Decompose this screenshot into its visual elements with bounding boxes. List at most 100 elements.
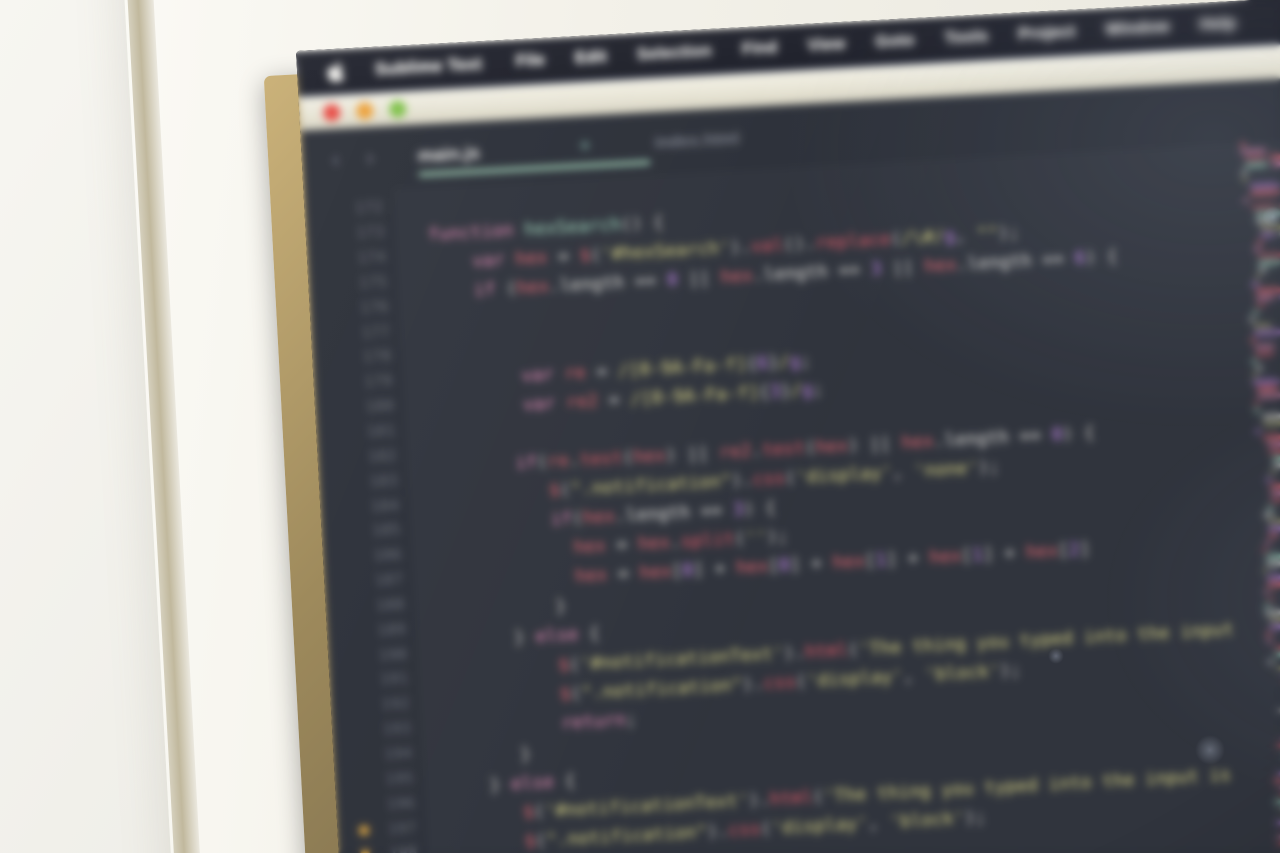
- minimize-button[interactable]: [355, 101, 374, 120]
- tab-index-html[interactable]: index.html: [653, 108, 741, 174]
- minimap-line: [1255, 429, 1261, 434]
- menu-item-help[interactable]: Help: [1199, 14, 1237, 35]
- tab-extra[interactable]: [828, 103, 831, 165]
- line-number: 196: [386, 793, 416, 813]
- minimap-line: [1245, 162, 1268, 168]
- minimap-line: [1258, 267, 1267, 273]
- minimap-line: [1266, 638, 1272, 644]
- minimap-line: [1255, 275, 1261, 280]
- minimap-line: [1270, 483, 1280, 489]
- minimap-line: [1273, 462, 1280, 468]
- laptop-screen: Sublime Text File Edit Selection Find Vi…: [296, 0, 1280, 853]
- menu-item-tools[interactable]: Tools: [944, 27, 989, 48]
- line-number: 186: [372, 545, 403, 565]
- minimap-line: [1253, 323, 1272, 329]
- minimap-line: [1269, 533, 1277, 538]
- menu-item-edit[interactable]: Edit: [574, 47, 607, 68]
- menu-item-sublime-text[interactable]: Sublime Text: [375, 54, 483, 80]
- line-number: 198: [388, 843, 419, 853]
- minimap-line: [1267, 582, 1280, 588]
- minimap-line: [1254, 401, 1260, 406]
- menu-item-project[interactable]: Project: [1018, 23, 1076, 45]
- minimap-line: [1244, 155, 1265, 161]
- tab-close-icon[interactable]: ×: [579, 135, 591, 158]
- minimap-line: [1260, 224, 1280, 230]
- line-number: 175: [358, 272, 388, 292]
- minimap-line: [1263, 434, 1280, 441]
- minimap-line: [1253, 310, 1259, 315]
- minimap-line: [1267, 659, 1273, 665]
- apple-icon[interactable]: [327, 59, 348, 84]
- tab-label: index.html: [654, 128, 740, 153]
- code-content[interactable]: function hexSearch() { var hex = $('#hex…: [395, 131, 1280, 853]
- minimap-line: [1269, 623, 1280, 629]
- line-number: 192: [380, 694, 411, 714]
- minimap-line: [1256, 287, 1280, 294]
- minimap-line: [1253, 246, 1261, 252]
- minimap-line: [1276, 743, 1280, 748]
- minimap-line: [1269, 616, 1280, 622]
- minimap-line: [1250, 182, 1278, 189]
- close-button[interactable]: [322, 103, 341, 122]
- minimap-line: [1258, 260, 1279, 266]
- minimap-line: [1272, 455, 1280, 461]
- minimap-line: [1242, 177, 1248, 182]
- minimap-line: [1262, 413, 1280, 420]
- tab-main-js[interactable]: main.js ×: [416, 116, 651, 187]
- minimap-line: [1256, 366, 1263, 371]
- minimap-line: [1254, 330, 1280, 336]
- line-number: 189: [376, 619, 407, 640]
- menu-item-selection[interactable]: Selection: [636, 42, 712, 65]
- minimap-line: [1240, 148, 1266, 154]
- line-number: 187: [374, 570, 404, 590]
- minimap-line: [1261, 232, 1275, 237]
- line-number: 194: [383, 743, 413, 764]
- line-number: 178: [362, 346, 392, 367]
- line-number: 182: [367, 446, 398, 466]
- line-number: 184: [370, 495, 400, 516]
- menu-item-find[interactable]: Find: [741, 38, 778, 59]
- line-number: 179: [363, 371, 394, 392]
- line-number: 181: [366, 421, 396, 441]
- line-number: 180: [364, 396, 395, 416]
- menu-item-window[interactable]: Window: [1105, 17, 1170, 39]
- minimap-line: [1262, 569, 1269, 574]
- photo-stage: Sublime Text File Edit Selection Find Vi…: [0, 0, 1280, 853]
- chevron-left-icon[interactable]: ‹: [331, 146, 340, 174]
- minimap-line: [1275, 651, 1280, 657]
- minimap-line: [1264, 603, 1271, 609]
- minimap-line: [1266, 631, 1272, 637]
- line-number: 190: [378, 644, 408, 665]
- minimap-line: [1269, 154, 1280, 160]
- minimap-line: [1268, 441, 1280, 447]
- zoom-button[interactable]: [388, 99, 407, 118]
- minimap-line: [1268, 525, 1280, 531]
- editor-window: ‹ › main.js × index.html 172 173 174 175 176…: [300, 68, 1280, 853]
- minimap-line: [1276, 665, 1280, 671]
- minimap-line: [1251, 204, 1275, 210]
- minimap-line: [1240, 142, 1246, 147]
- line-number: 185: [371, 520, 402, 541]
- menu-item-file[interactable]: File: [515, 51, 545, 72]
- minimap-line: [1256, 218, 1272, 224]
- minimap-line: [1251, 282, 1260, 287]
- menu-item-view[interactable]: View: [807, 35, 846, 56]
- minimap-line: [1276, 820, 1280, 825]
- minimap-line: [1265, 540, 1271, 546]
- minimap-line: [1241, 170, 1247, 175]
- minimap-line: [1266, 560, 1280, 567]
- minimap-line: [1271, 498, 1280, 503]
- minimap-line: [1261, 548, 1268, 553]
- minimap-line: [1270, 490, 1280, 496]
- line-number: 191: [379, 669, 410, 689]
- tab-label: main.js: [417, 141, 481, 166]
- minimap-line: [1266, 554, 1280, 560]
- minimap-line: [1249, 317, 1255, 322]
- minimap-line: [1256, 295, 1274, 301]
- menu-item-goto[interactable]: Goto: [875, 31, 915, 52]
- minimap-line: [1263, 420, 1280, 427]
- minimap-line: [1265, 610, 1280, 616]
- minimap-line: [1250, 338, 1256, 343]
- chevron-right-icon[interactable]: ›: [365, 144, 374, 172]
- minimap-line: [1272, 161, 1280, 167]
